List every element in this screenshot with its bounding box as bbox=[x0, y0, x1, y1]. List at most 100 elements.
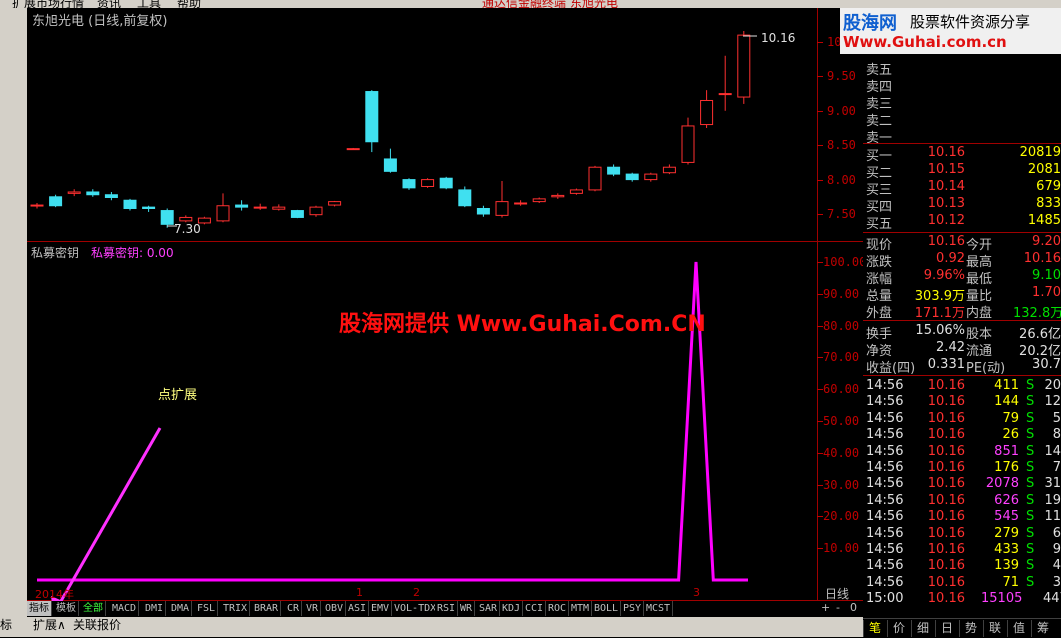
candle-body bbox=[700, 99, 714, 126]
x-axis-marker-1: 1 bbox=[356, 586, 363, 599]
candle-body bbox=[514, 202, 528, 205]
buy-level: 买三 10.14 679 bbox=[863, 179, 1061, 198]
indicator-tab-指标[interactable]: 指标 bbox=[27, 601, 52, 616]
right-tab-2[interactable]: 细 bbox=[911, 620, 934, 637]
tick-row-cell: 14:56 bbox=[866, 574, 904, 590]
tick-row-cell: 14:56 bbox=[866, 443, 904, 459]
price-tick-mark bbox=[817, 110, 823, 112]
right-tab-3[interactable]: 日 bbox=[935, 620, 958, 637]
candle-body bbox=[421, 179, 435, 187]
related-quotes-tab[interactable]: 关联报价 bbox=[70, 617, 125, 633]
sell-level: 卖一 bbox=[863, 127, 1061, 146]
candle-body bbox=[644, 173, 658, 181]
menu-help[interactable]: 帮助 bbox=[177, 0, 201, 8]
indicator-tab-trix[interactable]: TRIX bbox=[221, 601, 251, 616]
tick-row-cell: 10.16 bbox=[927, 591, 965, 607]
left-strip-label: 标 bbox=[0, 618, 13, 632]
zoom-out-button[interactable]: - bbox=[836, 601, 840, 614]
indicator-tab-vol-tdx[interactable]: VOL-TDX bbox=[392, 601, 440, 616]
stat-row-cell: 内盘 bbox=[966, 306, 993, 321]
stat-row-cell: 15.06% bbox=[915, 323, 965, 338]
tick-row-cell: 139 bbox=[994, 558, 1019, 574]
candle-body bbox=[104, 194, 118, 198]
candle-body bbox=[383, 158, 397, 172]
zoom-in-button[interactable]: + bbox=[821, 601, 830, 614]
indicator-tab-asi[interactable]: ASI bbox=[346, 601, 370, 616]
indicator-tab-emv[interactable]: EMV bbox=[369, 601, 393, 616]
indicator-tab-rsi[interactable]: RSI bbox=[435, 601, 459, 616]
stat-row: 涨跌 0.92 最高 10.16 bbox=[863, 251, 1061, 270]
price-tick-mark bbox=[817, 42, 823, 43]
tick-row-cell: 14:56 bbox=[866, 525, 904, 541]
indicator-tick-mark bbox=[817, 516, 823, 518]
buy-level-cell: 10.15 bbox=[927, 162, 965, 177]
right-tab-0[interactable]: 笔 bbox=[863, 620, 886, 637]
tick-row-cell: 10.16 bbox=[927, 443, 965, 459]
indicator-tick-mark bbox=[817, 421, 823, 422]
indicator-tab-cr[interactable]: CR bbox=[285, 601, 303, 616]
indicator-tab-wr[interactable]: WR bbox=[458, 601, 476, 616]
indicator-tick-label: 30.00 bbox=[823, 477, 860, 492]
expand-tab[interactable]: 扩展∧ bbox=[30, 617, 69, 633]
indicator-tab-boll[interactable]: BOLL bbox=[592, 601, 622, 616]
plot-svg bbox=[30, 30, 757, 601]
indicator-tick-label: 90.00 bbox=[823, 286, 860, 301]
tick-row-cell: 31 bbox=[1044, 476, 1061, 492]
indicator-tab-全部[interactable]: 全部 bbox=[81, 601, 106, 616]
stat-row: 外盘 171.1万 内盘 132.8万 bbox=[863, 302, 1061, 321]
indicator-tick-label: 40.00 bbox=[823, 445, 860, 460]
right-tab-5[interactable]: 联 bbox=[983, 620, 1006, 637]
indicator-tab-obv[interactable]: OBV bbox=[323, 601, 347, 616]
indicator-tab-cci[interactable]: CCI bbox=[523, 601, 547, 616]
candle-body bbox=[346, 148, 360, 151]
price-tick-label: 9.00 bbox=[827, 103, 856, 118]
buy-level: 买一 10.16 20819 bbox=[863, 145, 1061, 164]
stat-row-cell: PE(动) bbox=[966, 361, 1006, 376]
stat-row: 收益(四) 0.331 PE(动) 30.7 bbox=[863, 357, 1061, 376]
indicator-tab-vr[interactable]: VR bbox=[304, 601, 322, 616]
tick-row-cell: 14:56 bbox=[866, 476, 904, 492]
indicator-tab-brar[interactable]: BRAR bbox=[252, 601, 282, 616]
indicator-tab-macd[interactable]: MACD bbox=[110, 601, 140, 616]
tick-row-cell: 10.16 bbox=[927, 427, 965, 443]
menu-news[interactable]: 资讯 bbox=[97, 0, 121, 8]
indicator-tab-fsl[interactable]: FSL bbox=[195, 601, 219, 616]
tick-row-cell: 14:56 bbox=[866, 460, 904, 475]
stat-row: 净资 2.42 流通 20.2亿 bbox=[863, 340, 1061, 359]
tick-row: 14:56 10.16 139 S 4 bbox=[863, 558, 1061, 575]
indicator-tab-kdj[interactable]: KDJ bbox=[500, 601, 524, 616]
indicator-tick-label: 100.00 bbox=[823, 255, 867, 269]
indicator-tab-sar[interactable]: SAR bbox=[477, 601, 501, 616]
menu-tools[interactable]: 工具 bbox=[137, 0, 161, 8]
candle-body bbox=[365, 91, 379, 143]
candle-body bbox=[67, 191, 81, 194]
stat-row-cell: 9.10 bbox=[1032, 268, 1061, 283]
tick-row-cell: S bbox=[1026, 378, 1035, 393]
indicator-tab-mcst[interactable]: MCST bbox=[644, 601, 674, 616]
divider bbox=[863, 375, 1061, 376]
menu-market[interactable]: 扩展市场行情 bbox=[12, 0, 84, 8]
chart-area[interactable]: 东旭光电 (日线,前复权) 10.009.509.008.508.007.50 … bbox=[27, 8, 867, 601]
stat-row-cell: 1.70 bbox=[1032, 285, 1061, 300]
indicator-tab-psy[interactable]: PSY bbox=[621, 601, 645, 616]
indicator-tab-模板[interactable]: 模板 bbox=[54, 601, 79, 616]
tick-row: 15:00 10.16 15105 447 bbox=[863, 591, 1061, 608]
indicator-tick-label: 10.00 bbox=[823, 541, 860, 556]
indicator-tab-dmi[interactable]: DMI bbox=[143, 601, 167, 616]
right-tab-1[interactable]: 价 bbox=[887, 620, 910, 637]
indicator-tab-dma[interactable]: DMA bbox=[169, 601, 193, 616]
candle-body bbox=[49, 196, 63, 207]
candle-body bbox=[328, 201, 342, 206]
right-tab-6[interactable]: 值 bbox=[1007, 620, 1030, 637]
indicator-tab-roc[interactable]: ROC bbox=[546, 601, 570, 616]
right-tab-4[interactable]: 势 bbox=[959, 620, 982, 637]
zoom-reset-button[interactable]: 0 bbox=[850, 601, 857, 614]
indicator-tab-mtm[interactable]: MTM bbox=[569, 601, 593, 616]
tick-row-cell: S bbox=[1026, 476, 1035, 492]
buy-level-cell: 20819 bbox=[1019, 145, 1061, 160]
indicator-tick-mark bbox=[817, 325, 823, 327]
tick-row-cell: 279 bbox=[994, 525, 1019, 541]
candle-body bbox=[458, 189, 472, 207]
buy-level-cell: 10.14 bbox=[927, 179, 965, 194]
right-tab-7[interactable]: 筹 bbox=[1031, 620, 1054, 637]
